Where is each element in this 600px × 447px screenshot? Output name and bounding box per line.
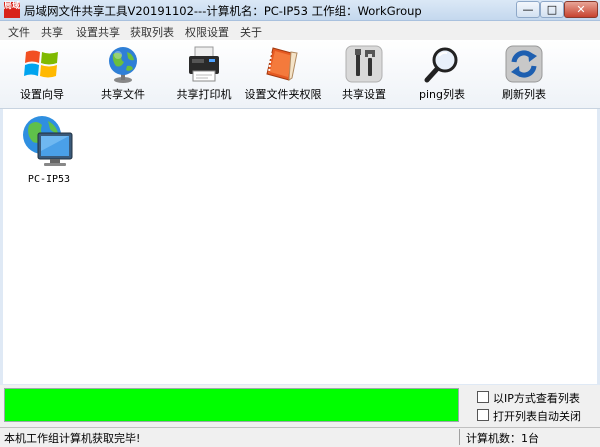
menu-get-list[interactable]: 获取列表 bbox=[130, 24, 174, 40]
menu-permission[interactable]: 权限设置 bbox=[185, 24, 229, 40]
status-bar: 本机工作组计算机获取完毕! 计算机数：1台 bbox=[0, 427, 600, 447]
progress-fill bbox=[5, 389, 458, 421]
minimize-button[interactable]: — bbox=[516, 1, 540, 18]
view-by-ip-option[interactable]: 以IP方式查看列表 bbox=[477, 390, 580, 406]
menu-bar: 文件 共享 设置共享 获取列表 权限设置 关于 bbox=[0, 21, 600, 40]
menu-set-share[interactable]: 设置共享 bbox=[76, 24, 120, 40]
share-printer-label: 共享打印机 bbox=[176, 88, 232, 101]
toolbar: 设置向导 共享文件 共享打印机 设置文件夹权限 共享设置 ping列表 刷新列表 bbox=[0, 40, 600, 109]
app-logo-icon: 局域 bbox=[4, 2, 20, 18]
share-file-label: 共享文件 bbox=[101, 88, 145, 101]
share-settings-button[interactable]: 共享设置 bbox=[338, 44, 390, 102]
refresh-list-button[interactable]: 刷新列表 bbox=[496, 44, 552, 102]
share-file-button[interactable]: 共享文件 bbox=[95, 44, 151, 102]
computer-list[interactable]: PC-IP53 bbox=[3, 109, 597, 384]
folder-permission-label: 设置文件夹权限 bbox=[244, 88, 322, 101]
window-title: 局域网文件共享工具V20191102---计算机名：PC-IP53 工作组：Wo… bbox=[24, 4, 422, 18]
refresh-icon bbox=[505, 45, 543, 83]
computer-name: PC-IP53 bbox=[27, 174, 71, 185]
computer-item[interactable]: PC-IP53 bbox=[19, 113, 79, 185]
progress-bar bbox=[4, 388, 459, 422]
menu-about[interactable]: 关于 bbox=[240, 24, 262, 40]
magnifier-icon bbox=[424, 47, 458, 83]
globe-icon bbox=[109, 47, 137, 83]
status-message: 本机工作组计算机获取完毕! bbox=[4, 432, 141, 445]
folder-permission-button[interactable]: 设置文件夹权限 bbox=[244, 44, 322, 102]
share-settings-label: 共享设置 bbox=[342, 88, 386, 101]
notebook-icon bbox=[266, 47, 298, 81]
wizard-label: 设置向导 bbox=[20, 88, 64, 101]
maximize-button[interactable]: □ bbox=[540, 1, 564, 18]
menu-file[interactable]: 文件 bbox=[8, 24, 30, 40]
printer-icon bbox=[189, 46, 219, 82]
view-by-ip-label: 以IP方式查看列表 bbox=[493, 392, 580, 405]
network-computer-icon bbox=[23, 116, 73, 166]
bottom-panel: 以IP方式查看列表 打开列表自动关闭 bbox=[0, 385, 600, 427]
auto-close-label: 打开列表自动关闭 bbox=[493, 410, 581, 423]
tools-icon bbox=[345, 45, 383, 83]
wizard-button[interactable]: 设置向导 bbox=[14, 44, 70, 102]
computer-count: 计算机数：1台 bbox=[466, 432, 539, 445]
ping-list-label: ping列表 bbox=[419, 88, 465, 101]
title-bar: 局域 局域网文件共享工具V20191102---计算机名：PC-IP53 工作组… bbox=[0, 0, 600, 21]
status-separator bbox=[459, 429, 460, 445]
view-by-ip-checkbox[interactable] bbox=[477, 391, 489, 403]
share-printer-button[interactable]: 共享打印机 bbox=[172, 44, 236, 102]
ping-list-button[interactable]: ping列表 bbox=[414, 44, 470, 102]
auto-close-checkbox[interactable] bbox=[477, 409, 489, 421]
windows-logo-icon bbox=[24, 50, 58, 78]
menu-share[interactable]: 共享 bbox=[41, 24, 63, 40]
auto-close-option[interactable]: 打开列表自动关闭 bbox=[477, 408, 581, 424]
refresh-list-label: 刷新列表 bbox=[502, 88, 546, 101]
close-button[interactable]: ✕ bbox=[564, 1, 598, 18]
